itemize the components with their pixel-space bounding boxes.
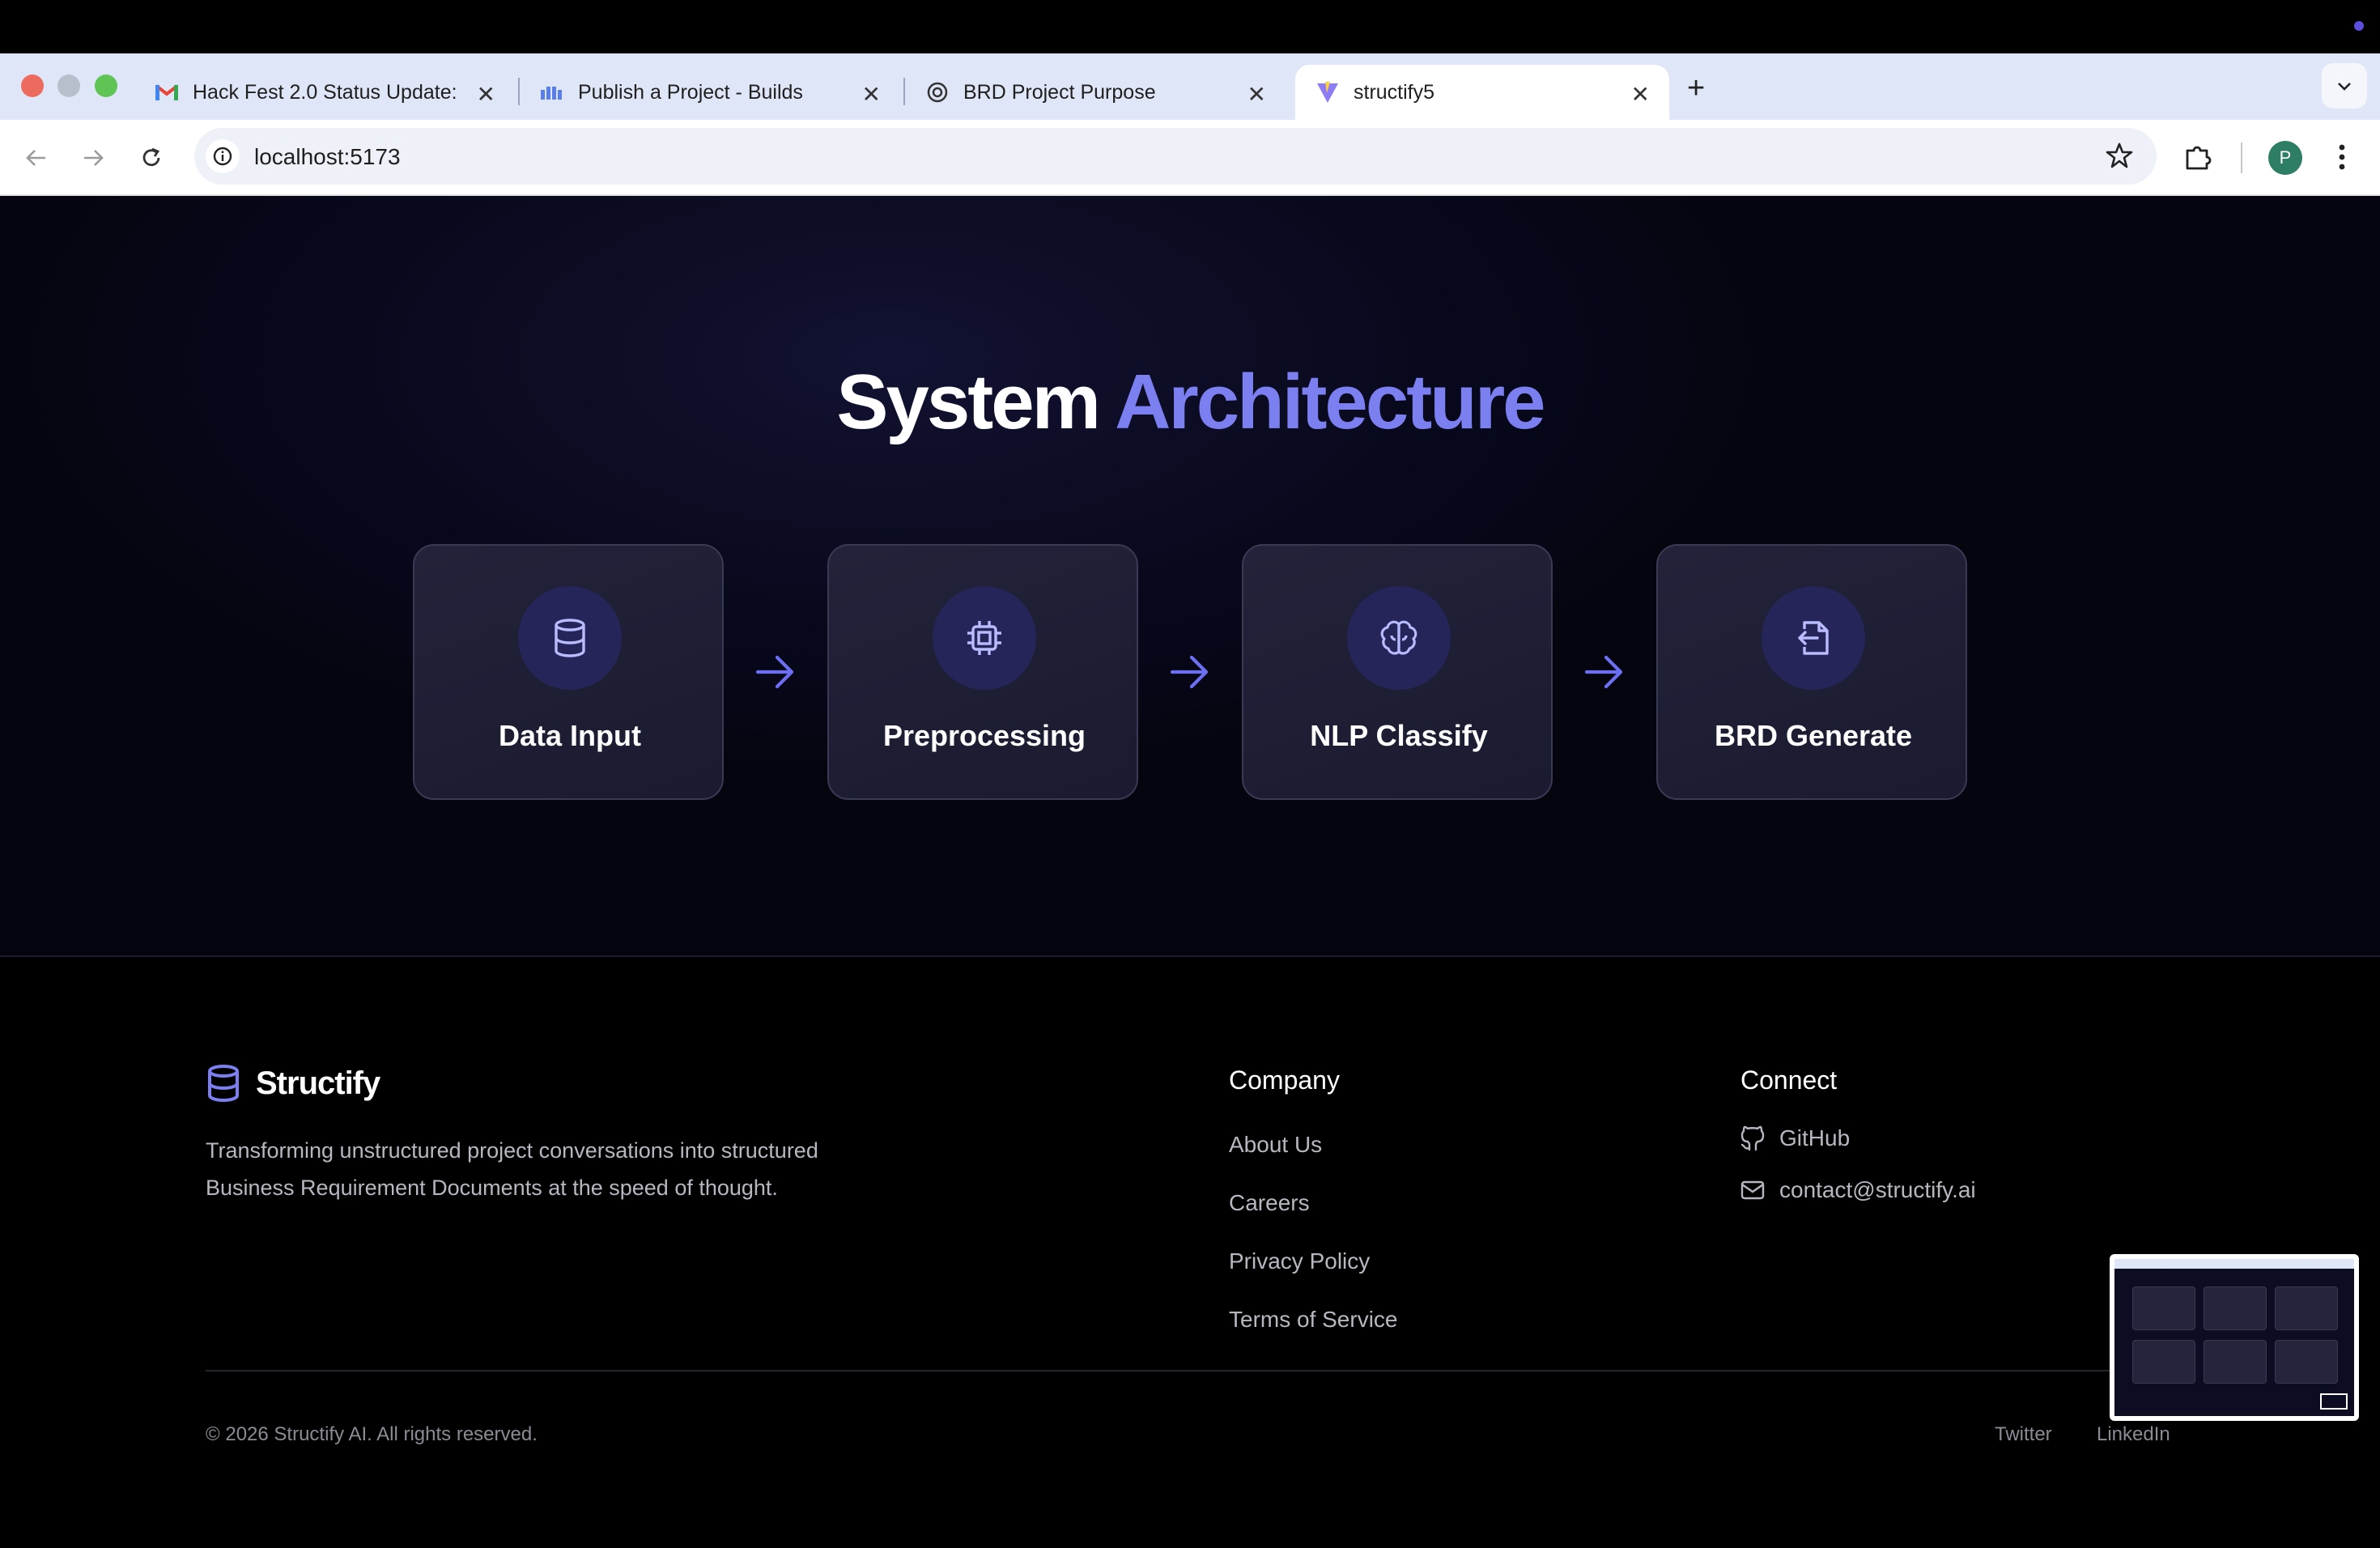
site-footer: Structify Transforming unstructured proj… [0,959,2380,1548]
database-icon [208,1065,239,1102]
minimize-window-button[interactable] [57,74,80,97]
site-info-icon[interactable] [206,139,240,173]
mail-icon [1740,1180,1765,1200]
chatgpt-icon [924,79,950,105]
bookmark-star-icon[interactable] [2105,141,2134,174]
tab-title: structify5 [1354,80,1435,104]
about-us-link[interactable]: About Us [1229,1132,1322,1158]
brand-name: Structify [256,1065,380,1101]
browser-tab-active[interactable]: structify5 ✕ [1295,65,1669,120]
close-tab-icon[interactable]: ✕ [862,81,881,108]
close-tab-icon[interactable]: ✕ [477,81,495,108]
github-link[interactable]: GitHub [1740,1125,1850,1151]
step-label: Data Input [499,719,641,752]
copyright-text: © 2026 Structify AI. All rights reserved… [206,1423,538,1445]
vite-icon [1315,79,1341,105]
company-heading: Company [1229,1065,1340,1095]
database-icon [518,586,622,690]
screen-preview-thumbnail[interactable] [2110,1254,2359,1421]
os-menu-bar [0,0,2380,53]
address-bar[interactable]: localhost:5173 [194,128,2157,185]
status-dot-icon [2354,21,2364,31]
email-label: contact@structify.ai [1779,1177,1976,1202]
preview-browser-bar [2114,1259,2354,1269]
step-card-data-input: Data Input [413,544,724,800]
terms-of-service-link[interactable]: Terms of Service [1229,1307,1398,1333]
builds-icon [539,79,565,105]
close-tab-icon[interactable]: ✕ [1631,81,1650,108]
arrow-right-icon [84,150,104,166]
arrow-right-icon [1584,655,1623,689]
close-window-button[interactable] [21,74,44,97]
browser-tab-bar: Hack Fest 2.0 Status Update: ✕ Publish a… [0,53,2380,120]
twitter-link[interactable]: Twitter [1995,1423,2052,1446]
preview-card [2132,1340,2195,1384]
preview-card [2204,1286,2267,1330]
preview-card [2275,1286,2338,1330]
forward-button[interactable] [78,142,108,173]
browser-tab[interactable]: Hack Fest 2.0 Status Update: ✕ [134,65,515,120]
chevron-down-icon [2338,83,2351,91]
title-plain: System [836,359,1101,445]
email-link[interactable]: contact@structify.ai [1740,1177,1976,1203]
cpu-icon [933,586,1036,690]
step-label: NLP Classify [1310,719,1488,752]
arrow-right-icon [1170,655,1209,689]
linkedin-link[interactable]: LinkedIn [2097,1423,2170,1446]
arrow-right-icon [755,655,794,689]
preview-card [2204,1340,2267,1384]
careers-link[interactable]: Careers [1229,1190,1310,1216]
step-label: BRD Generate [1714,719,1913,752]
web-page: System Architecture Data Input Preproces… [0,196,2380,1548]
footer-divider [206,1370,2174,1372]
tab-search-button[interactable] [2322,63,2367,108]
footer-brand[interactable]: Structify [206,1064,380,1103]
url-text[interactable]: localhost:5173 [254,144,401,170]
browser-tab[interactable]: Publish a Project - Builds ✕ [520,65,900,120]
back-button[interactable] [21,142,52,173]
toolbar-divider [2241,142,2242,173]
brain-icon [1347,586,1451,690]
file-output-icon [1762,586,1865,690]
tab-title: BRD Project Purpose [963,80,1156,104]
new-tab-button[interactable]: + [1687,71,1705,106]
close-tab-icon[interactable]: ✕ [1247,81,1266,108]
tab-title: Hack Fest 2.0 Status Update: [193,80,457,104]
preview-card [2275,1340,2338,1384]
step-card-brd-generate: BRD Generate [1656,544,1967,800]
arrow-left-icon [26,150,45,166]
github-icon [1740,1125,1765,1151]
maximize-window-button[interactable] [95,74,117,97]
preview-mini-window [2320,1393,2348,1410]
privacy-policy-link[interactable]: Privacy Policy [1229,1248,1370,1274]
step-card-preprocessing: Preprocessing [827,544,1138,800]
architecture-section: System Architecture Data Input Preproces… [0,196,2380,957]
browser-toolbar: localhost:5173 P [0,120,2380,196]
connect-heading: Connect [1740,1065,1838,1095]
extensions-puzzle-icon[interactable] [2182,141,2215,177]
section-title: System Architecture [0,358,2380,447]
reload-button[interactable] [136,142,167,173]
step-label: Preprocessing [882,719,1086,752]
title-accent: Architecture [1115,359,1545,445]
gmail-icon [154,79,180,105]
step-card-nlp-classify: NLP Classify [1242,544,1553,800]
reload-icon [142,147,160,167]
github-label: GitHub [1779,1125,1851,1150]
profile-avatar[interactable]: P [2268,141,2302,175]
preview-card [2132,1286,2195,1330]
more-menu-icon[interactable] [2331,141,2352,177]
tab-title: Publish a Project - Builds [578,80,803,104]
brand-tagline: Transforming unstructured project conver… [206,1138,818,1200]
browser-tab[interactable]: BRD Project Purpose ✕ [905,65,1286,120]
